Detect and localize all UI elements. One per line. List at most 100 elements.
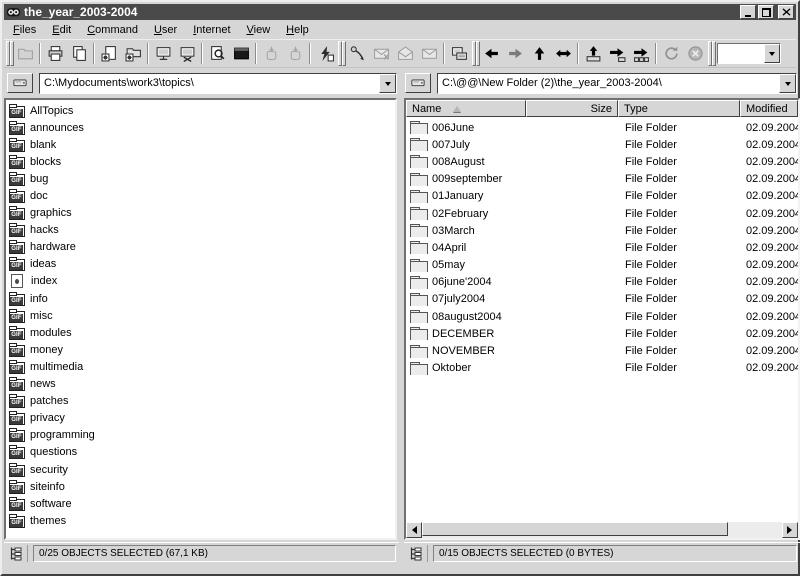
right-path-input[interactable] [438, 74, 779, 93]
column-header-size[interactable]: Size [526, 100, 618, 117]
right-drive-button[interactable] [405, 73, 431, 93]
scroll-right-button[interactable] [782, 522, 798, 538]
item-modified: 02.09.2004 [740, 328, 798, 340]
item-modified: 02.09.2004 [740, 190, 798, 202]
right-row-7[interactable]: 04April File Folder 02.09.2004 [406, 239, 798, 256]
left-item-1[interactable]: GIF announces [6, 119, 395, 136]
console-button[interactable] [229, 41, 253, 66]
left-item-9[interactable]: GIF ideas [6, 256, 395, 273]
left-item-20[interactable]: GIF questions [6, 444, 395, 461]
new-folder-button[interactable] [121, 41, 145, 66]
script-button[interactable] [313, 41, 337, 66]
find-button[interactable] [205, 41, 229, 66]
left-item-12[interactable]: GIF misc [6, 307, 395, 324]
left-path-input[interactable] [40, 74, 379, 93]
left-item-15[interactable]: GIF multimedia [6, 358, 395, 375]
stop-button[interactable] [683, 41, 707, 66]
connect-button[interactable] [151, 41, 175, 66]
left-item-0[interactable]: GIF AllTopics [6, 102, 395, 119]
left-item-22[interactable]: GIF siteinfo [6, 478, 395, 495]
mail-send-button[interactable] [369, 41, 393, 66]
forward-button[interactable] [503, 41, 527, 66]
right-row-11[interactable]: 08august2004 File Folder 02.09.2004 [406, 308, 798, 325]
right-row-12[interactable]: DECEMBER File Folder 02.09.2004 [406, 325, 798, 342]
right-path-dropdown-button[interactable] [779, 74, 796, 93]
right-row-5[interactable]: 02February File Folder 02.09.2004 [406, 205, 798, 222]
disconnect-button[interactable] [175, 41, 199, 66]
left-item-4[interactable]: GIF bug [6, 170, 395, 187]
right-row-10[interactable]: 07july2004 File Folder 02.09.2004 [406, 291, 798, 308]
right-row-3[interactable]: 009september File Folder 02.09.2004 [406, 171, 798, 188]
right-row-4[interactable]: 01January File Folder 02.09.2004 [406, 188, 798, 205]
menu-item-1[interactable]: Edit [51, 22, 72, 38]
refresh-button[interactable] [659, 41, 683, 66]
left-item-7[interactable]: GIF hacks [6, 222, 395, 239]
left-item-11[interactable]: GIF info [6, 290, 395, 307]
download-queue-button[interactable] [283, 41, 307, 66]
mail-open-button[interactable] [393, 41, 417, 66]
quick-connect-combo[interactable] [717, 43, 781, 64]
menu-item-6[interactable]: Help [285, 22, 310, 38]
back-button[interactable] [479, 41, 503, 66]
menu-item-5[interactable]: View [246, 22, 272, 38]
transfer-up-button[interactable] [581, 41, 605, 66]
left-item-10[interactable]: GIF index [6, 273, 395, 290]
left-item-13[interactable]: GIF modules [6, 324, 395, 341]
title-bar[interactable]: the_year_2003-2004 [4, 4, 796, 20]
right-row-0[interactable]: 006June File Folder 02.09.2004 [406, 119, 798, 136]
close-button[interactable] [778, 5, 794, 19]
left-item-17[interactable]: GIF patches [6, 393, 395, 410]
right-row-6[interactable]: 03March File Folder 02.09.2004 [406, 222, 798, 239]
mail-button[interactable] [417, 41, 441, 66]
new-file-button[interactable] [97, 41, 121, 66]
left-item-19[interactable]: GIF programming [6, 427, 395, 444]
menu-item-0[interactable]: Files [12, 22, 37, 38]
left-drive-button[interactable] [7, 73, 33, 93]
left-item-24[interactable]: GIF themes [6, 512, 395, 529]
quick-connect-button[interactable] [717, 43, 781, 64]
left-item-21[interactable]: GIF security [6, 461, 395, 478]
scrollbar-track[interactable] [422, 522, 782, 538]
toolbar [4, 39, 796, 68]
combo-dropdown-button[interactable] [764, 44, 780, 63]
right-row-1[interactable]: 007July File Folder 02.09.2004 [406, 136, 798, 153]
right-row-13[interactable]: NOVEMBER File Folder 02.09.2004 [406, 342, 798, 359]
left-item-8[interactable]: GIF hardware [6, 239, 395, 256]
copy-button[interactable] [67, 41, 91, 66]
right-row-2[interactable]: 008August File Folder 02.09.2004 [406, 153, 798, 170]
right-row-8[interactable]: 05may File Folder 02.09.2004 [406, 257, 798, 274]
left-item-16[interactable]: GIF news [6, 376, 395, 393]
upload-queue-button[interactable] [259, 41, 283, 66]
left-item-18[interactable]: GIF privacy [6, 410, 395, 427]
transfer-all-button[interactable] [629, 41, 653, 66]
dial-button[interactable] [345, 41, 369, 66]
up-button[interactable] [527, 41, 551, 66]
swap-panes-button[interactable] [551, 41, 575, 66]
left-item-2[interactable]: GIF blank [6, 136, 395, 153]
left-item-5[interactable]: GIF doc [6, 187, 395, 204]
remote-pc-button[interactable] [447, 41, 471, 66]
gif-folder-icon: GIF [8, 480, 26, 494]
menu-item-4[interactable]: Internet [192, 22, 231, 38]
session-folder-button[interactable] [13, 41, 37, 66]
column-header-name[interactable]: Name [406, 100, 526, 117]
scrollbar-thumb[interactable] [422, 522, 728, 536]
right-row-9[interactable]: 06june'2004 File Folder 02.09.2004 [406, 274, 798, 291]
minimize-button[interactable] [740, 5, 756, 19]
left-item-14[interactable]: GIF money [6, 341, 395, 358]
left-item-23[interactable]: GIF software [6, 495, 395, 512]
left-item-3[interactable]: GIF blocks [6, 153, 395, 170]
print-button[interactable] [43, 41, 67, 66]
horizontal-scrollbar[interactable] [406, 522, 798, 538]
transfer-right-button[interactable] [605, 41, 629, 66]
column-header-type[interactable]: Type [618, 100, 740, 117]
menu-item-3[interactable]: User [153, 22, 178, 38]
column-header-modified[interactable]: Modified [740, 100, 798, 117]
left-item-6[interactable]: GIF graphics [6, 205, 395, 222]
right-row-14[interactable]: Oktober File Folder 02.09.2004 [406, 360, 798, 377]
restore-button[interactable] [758, 5, 774, 19]
scroll-left-button[interactable] [406, 522, 422, 538]
left-path-dropdown-button[interactable] [379, 74, 396, 93]
menu-item-2[interactable]: Command [86, 22, 139, 38]
transfer-all-icon [633, 45, 650, 62]
